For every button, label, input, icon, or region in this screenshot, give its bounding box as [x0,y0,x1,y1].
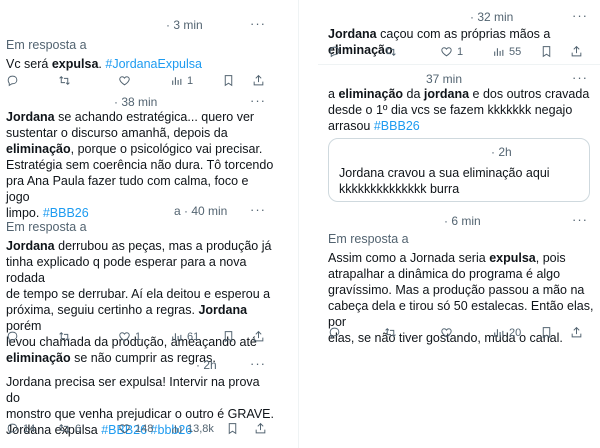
tweet-timestamp[interactable]: · 38 min [114,95,157,109]
hashtag-link[interactable]: #BBB26 [43,206,89,220]
tweet-actions: 20 [318,326,600,342]
share-icon[interactable] [252,330,265,343]
quoted-tweet[interactable]: · 2h Jordana cravou a sua eliminação aqu… [328,138,590,202]
reply-icon[interactable] [6,330,19,343]
quoted-timestamp: · 2h [491,145,512,159]
views-icon[interactable]: 20 [492,326,521,339]
bookmark-icon[interactable] [540,45,553,58]
reply-icon[interactable] [6,74,19,87]
retweet-count: 6 [75,422,82,435]
column-divider [298,0,299,448]
tweet-timestamp[interactable]: · 2h [196,358,217,372]
quoted-text: Jordana cravou a sua eliminação aqui kkk… [339,166,550,196]
divider [318,64,600,65]
tweet-actions: 1 55 [318,45,600,61]
retweet-icon[interactable] [58,330,71,343]
views-count: 55 [509,45,522,58]
reply-icon[interactable] [328,45,341,58]
reply-context: Em resposta a [328,232,409,246]
more-icon[interactable]: ··· [572,70,588,85]
views-count: 1 [187,74,194,87]
bookmark-icon[interactable] [222,330,235,343]
more-icon[interactable]: ··· [250,356,266,371]
views-count: 20 [509,326,522,339]
share-icon[interactable] [570,326,583,339]
views-icon[interactable]: 61 [170,330,199,343]
tweet-timestamp[interactable]: · 32 min [470,10,513,24]
like-icon[interactable] [440,326,453,339]
tweet-text: Jordana derrubou as peças, mas a produçã… [6,239,272,365]
tweet-timestamp[interactable]: · 3 min [166,18,203,32]
more-icon[interactable]: ··· [250,93,266,108]
hashtag-link[interactable]: #JordanaExpulsa [105,57,202,71]
hashtag-link[interactable]: #BBB26 [374,119,420,133]
tweet-timestamp[interactable]: a · 40 min [174,204,227,218]
like-icon[interactable]: 1 [118,330,141,343]
like-icon[interactable]: 148 [118,422,153,435]
views-icon[interactable]: 1 [170,74,193,87]
tweet-timestamp[interactable]: · 6 min [444,214,481,228]
views-icon[interactable]: 13,8k [170,422,214,435]
share-icon[interactable] [252,74,265,87]
reply-icon[interactable]: 14 [6,422,35,435]
tweet-actions: 1 [0,74,278,90]
tweet-actions: 1 61 [0,330,278,346]
like-icon[interactable]: 1 [440,45,463,58]
more-icon[interactable]: ··· [572,8,588,23]
retweet-icon[interactable] [58,74,71,87]
like-count: 1 [135,330,142,343]
retweet-icon[interactable]: 6 [58,422,81,435]
bookmark-icon[interactable] [226,422,239,435]
views-count: 13,8k [187,422,214,435]
reply-count: 14 [23,422,36,435]
like-count: 148 [135,422,154,435]
share-icon[interactable] [254,422,267,435]
reply-context: Em resposta a [6,220,87,234]
tweet-text: Vc será expulsa. #JordanaExpulsa [6,57,202,71]
views-icon[interactable]: 55 [492,45,521,58]
reply-context: Em resposta a [6,38,87,52]
like-count: 1 [457,45,464,58]
bookmark-icon[interactable] [540,326,553,339]
tweet-timestamp[interactable]: 37 min [426,72,462,86]
retweet-icon[interactable] [384,45,397,58]
tweet-text: Jordana se achando estratégica... quero … [6,110,274,220]
like-icon[interactable] [118,74,131,87]
more-icon[interactable]: ··· [250,16,266,31]
tweet-actions: 14 6 148 13,8k [0,422,278,438]
more-icon[interactable]: ··· [250,202,266,217]
share-icon[interactable] [570,45,583,58]
retweet-icon[interactable] [384,326,397,339]
tweet-text: a eliminação da jordana e dos outros cra… [328,87,590,133]
more-icon[interactable]: ··· [572,212,588,227]
reply-icon[interactable] [328,326,341,339]
bookmark-icon[interactable] [222,74,235,87]
views-count: 61 [187,330,200,343]
